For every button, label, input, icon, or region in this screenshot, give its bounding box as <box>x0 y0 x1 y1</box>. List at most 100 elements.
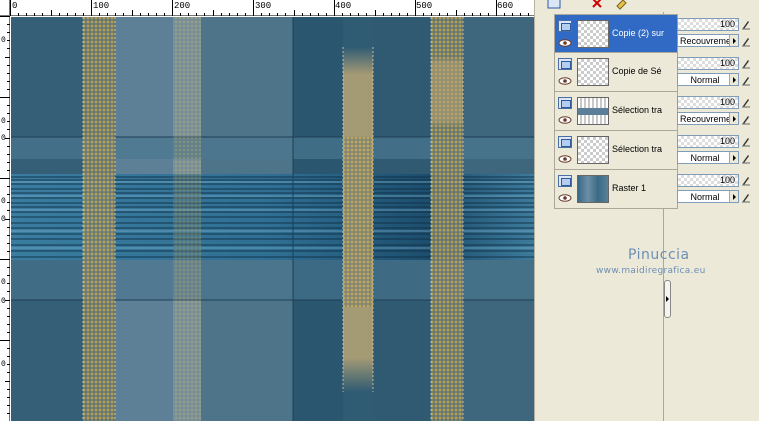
opacity-value: 100 <box>719 97 735 107</box>
layer-row[interactable]: Copie de Sé <box>554 53 678 92</box>
layer-thumbnail <box>577 97 609 125</box>
opacity-slider[interactable]: 100 <box>677 57 739 70</box>
ruler-label: 500 <box>416 1 433 11</box>
ruler-label: 100 <box>93 1 110 11</box>
visibility-eye-icon[interactable] <box>558 155 572 163</box>
blend-mode-select[interactable]: Normal <box>677 151 739 164</box>
layers-palette: Copie (2) sur Copie de Sé Sélection tra … <box>544 0 759 421</box>
visibility-eye-icon[interactable] <box>558 116 572 124</box>
dropdown-arrow-icon[interactable] <box>729 191 738 202</box>
edit-lock-icon[interactable] <box>741 57 751 69</box>
layer-group-icon[interactable] <box>558 97 572 109</box>
dropdown-arrow-icon[interactable] <box>729 152 738 163</box>
blend-mode-value: Normal <box>690 153 720 163</box>
plaid-artwork <box>11 17 534 421</box>
layer-thumbnail <box>577 136 609 164</box>
blend-mode-select[interactable]: Normal <box>677 73 739 86</box>
ruler-label: 0 <box>1 134 6 143</box>
lock-icon[interactable] <box>741 35 751 47</box>
ruler-label: 0 <box>1 117 6 126</box>
vertical-ruler-ticks: 0 0 0 0 0 0 0 0 <box>0 16 10 414</box>
layer-group-icon[interactable] <box>558 20 572 32</box>
vertical-ruler: 0 0 0 0 0 0 0 0 <box>0 16 10 421</box>
layers-list: Copie (2) sur Copie de Sé Sélection tra … <box>554 14 678 209</box>
visibility-eye-icon[interactable] <box>558 39 572 47</box>
palette-toolbar <box>544 0 759 12</box>
blend-mode-value: Normal <box>690 192 720 202</box>
splitter-collapse-button[interactable] <box>664 280 671 318</box>
visibility-eye-icon[interactable] <box>558 77 572 85</box>
canvas-scrollbar[interactable] <box>534 0 544 421</box>
ruler-label: 0 <box>1 278 6 287</box>
layer-props-row: 100 Normal <box>675 53 753 92</box>
dropdown-arrow-icon[interactable] <box>729 113 738 124</box>
image-canvas[interactable] <box>11 17 534 421</box>
layer-row[interactable]: Raster 1 <box>554 170 678 209</box>
opacity-slider[interactable]: 100 <box>677 96 739 109</box>
layer-properties-column: 100 Recouvrement 100 Normal 100 Recouvre… <box>675 14 753 209</box>
opacity-value: 100 <box>719 19 735 29</box>
edit-lock-icon[interactable] <box>741 135 751 147</box>
ruler-label: 200 <box>174 1 191 11</box>
edit-lock-icon[interactable] <box>741 18 751 30</box>
layer-props-row: 100 Recouvrement <box>675 92 753 131</box>
ruler-label: 0 <box>1 36 6 45</box>
blend-mode-select[interactable]: Recouvrement <box>677 112 739 125</box>
blend-mode-value: Recouvrement <box>680 36 730 46</box>
delete-layer-icon[interactable] <box>590 0 606 10</box>
opacity-slider[interactable]: 100 <box>677 174 739 187</box>
ruler-label: 0 <box>1 297 6 306</box>
layer-props-row: 100 Normal <box>675 170 753 209</box>
layer-row[interactable]: Sélection tra <box>554 131 678 170</box>
layer-name: Sélection tra <box>612 105 663 115</box>
watermark-url: www.maidiregrafica.eu <box>596 266 706 276</box>
layer-name: Sélection tra <box>612 144 663 154</box>
layer-thumbnail <box>577 58 609 86</box>
horizontal-ruler: 0 100 200 300 400 500 600 <box>10 0 534 16</box>
layer-row[interactable]: Sélection tra <box>554 92 678 131</box>
app-window: 0 100 200 300 400 500 600 0 0 0 0 0 0 0 … <box>0 0 759 421</box>
lock-icon[interactable] <box>741 152 751 164</box>
watermark-author: Pinuccia <box>628 247 690 263</box>
blend-mode-value: Recouvrement <box>680 114 730 124</box>
opacity-slider[interactable]: 100 <box>677 18 739 31</box>
layer-props-row: 100 Normal <box>675 131 753 170</box>
opacity-value: 100 <box>719 136 735 146</box>
edit-lock-icon[interactable] <box>741 174 751 186</box>
lock-icon[interactable] <box>741 113 751 125</box>
layer-group-icon[interactable] <box>558 175 572 187</box>
layer-thumbnail <box>577 20 609 48</box>
edit-lock-icon[interactable] <box>741 96 751 108</box>
ruler-label: 0 <box>1 197 6 206</box>
ruler-label: 0 <box>1 360 6 369</box>
blend-mode-select[interactable]: Normal <box>677 190 739 203</box>
layer-properties-icon[interactable] <box>614 0 630 10</box>
layer-row[interactable]: Copie (2) sur <box>554 14 678 53</box>
lock-icon[interactable] <box>741 191 751 203</box>
ruler-label: 0 <box>12 1 18 11</box>
ruler-label: 600 <box>497 1 514 11</box>
opacity-value: 100 <box>719 58 735 68</box>
horizontal-ruler-ticks <box>10 0 529 16</box>
ruler-label: 300 <box>255 1 272 11</box>
layer-name: Raster 1 <box>612 183 647 193</box>
opacity-value: 100 <box>719 175 735 185</box>
ruler-label: 0 <box>1 215 6 224</box>
canvas-area: 0 100 200 300 400 500 600 0 0 0 0 0 0 0 … <box>0 0 534 421</box>
layer-group-icon[interactable] <box>558 136 572 148</box>
dropdown-arrow-icon[interactable] <box>729 35 738 46</box>
blend-mode-select[interactable]: Recouvrement <box>677 34 739 47</box>
visibility-eye-icon[interactable] <box>558 194 572 202</box>
layer-name: Copie (2) sur <box>612 28 665 38</box>
ruler-label: 400 <box>335 1 352 11</box>
lock-icon[interactable] <box>741 74 751 86</box>
layer-group-icon[interactable] <box>558 58 572 70</box>
layer-props-row: 100 Recouvrement <box>675 14 753 53</box>
new-layer-icon[interactable] <box>546 0 562 10</box>
dropdown-arrow-icon[interactable] <box>729 74 738 85</box>
ruler-corner <box>0 0 10 16</box>
blend-mode-value: Normal <box>690 75 720 85</box>
opacity-slider[interactable]: 100 <box>677 135 739 148</box>
layer-thumbnail <box>577 175 609 203</box>
layer-name: Copie de Sé <box>612 66 662 76</box>
